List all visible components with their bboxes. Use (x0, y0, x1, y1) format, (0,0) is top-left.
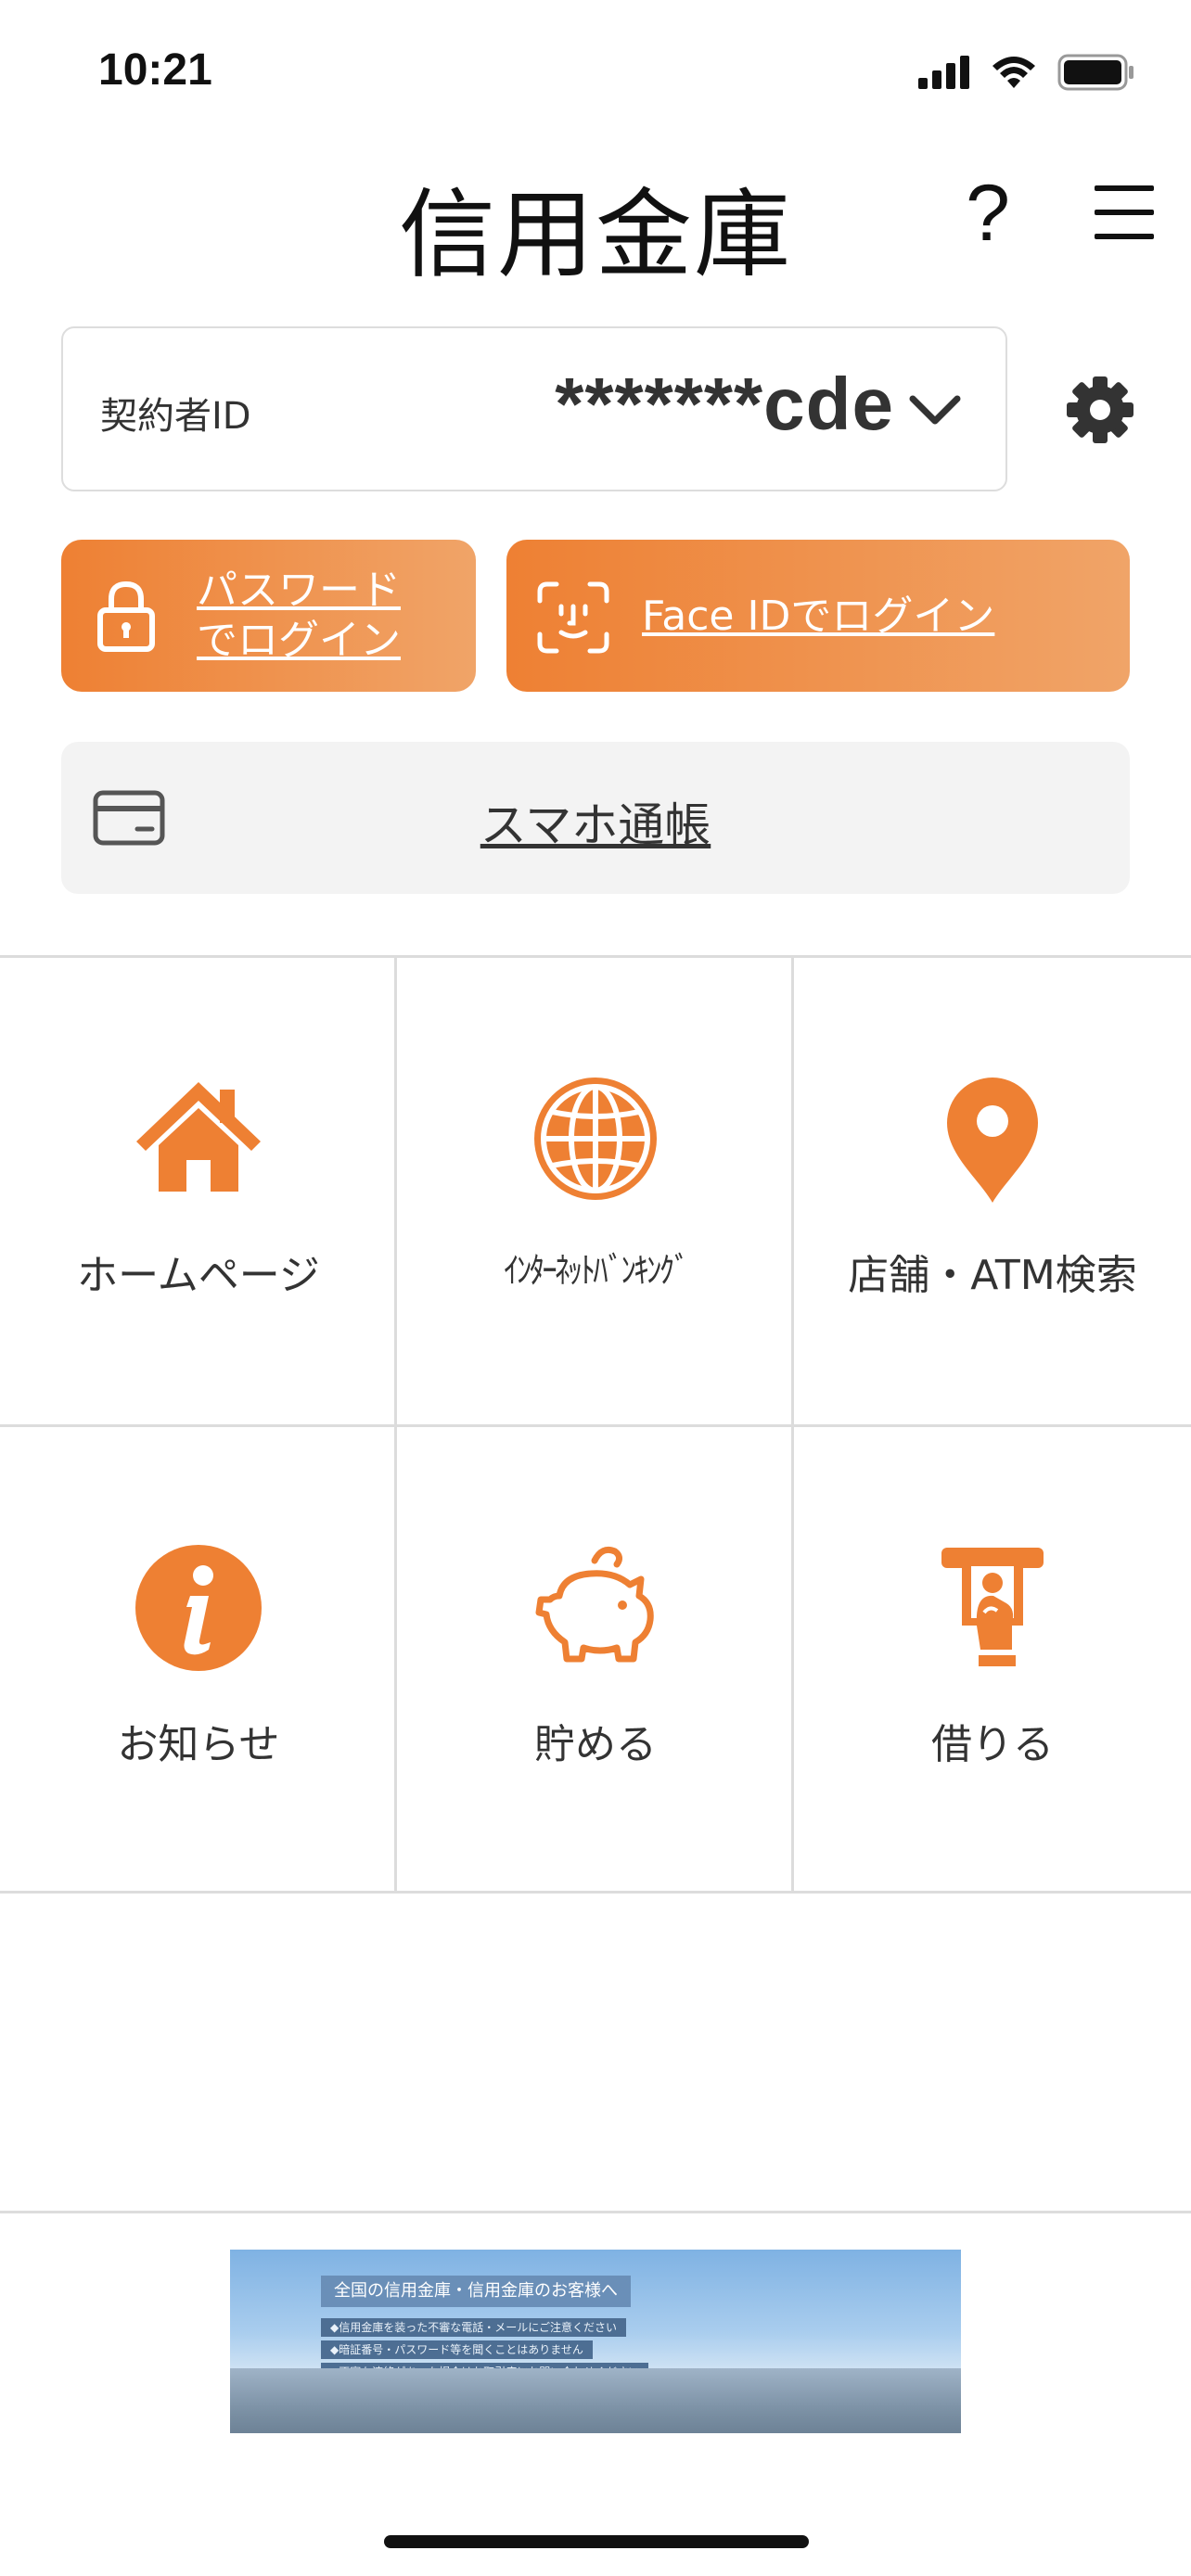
grid-item-homepage[interactable]: ホームページ (0, 958, 397, 1424)
grid-item-borrow[interactable]: 借りる (794, 1427, 1191, 1894)
wifi-icon (992, 57, 1035, 88)
battery-icon (1057, 54, 1133, 91)
status-bar: 10:21 (0, 0, 1191, 148)
banner-line-2: ◆暗証番号・パスワード等を聞くことはありません (321, 2340, 593, 2359)
contract-id-selector[interactable]: 契約者ID *******cde (61, 326, 1007, 491)
menu-grid: ホームページ ｲﾝﾀｰﾈｯﾄﾊﾞﾝｷﾝｸﾞ 店舗・ATM検索 お知らせ 貯める … (0, 955, 1191, 1894)
globe-icon (534, 1078, 657, 1200)
grid-item-store-atm-search[interactable]: 店舗・ATM検索 (794, 958, 1191, 1424)
grid-item-label: ホームページ (77, 1252, 320, 1299)
info-icon (135, 1545, 262, 1671)
notice-banner[interactable]: 全国の信用金庫・信用金庫のお客様へ ◆信用金庫を装った不審な電話・メールにご注意… (230, 2250, 961, 2433)
status-icons (918, 54, 1135, 91)
grid-item-internet-banking[interactable]: ｲﾝﾀｰﾈｯﾄﾊﾞﾝｷﾝｸﾞ (397, 958, 794, 1424)
contract-id-label: 契約者ID (100, 395, 251, 438)
help-button[interactable]: ? (955, 167, 1020, 260)
grid-item-notices[interactable]: お知らせ (0, 1427, 397, 1894)
face-id-login-button[interactable]: Face IDでログイン (506, 540, 1130, 692)
grid-item-label: 店舗・ATM検索 (848, 1252, 1137, 1299)
grid-item-label: 借りる (931, 1721, 1054, 1768)
lock-icon (97, 580, 155, 652)
face-id-icon (537, 581, 609, 654)
chevron-down-icon (909, 395, 961, 425)
status-time: 10:21 (98, 45, 212, 95)
passbook-label: スマホ通帳 (480, 798, 711, 852)
banner-line-1: ◆信用金庫を装った不審な電話・メールにご注意ください (321, 2318, 626, 2337)
banner-cityscape-image (230, 2368, 961, 2433)
grid-item-label: ｲﾝﾀｰﾈｯﾄﾊﾞﾝｷﾝｸﾞ (504, 1250, 689, 1291)
banner-title: 全国の信用金庫・信用金庫のお客様へ (321, 2276, 631, 2307)
password-login-label-line2: でログイン (197, 617, 401, 664)
grid-item-label: お知らせ (117, 1721, 280, 1768)
bottom-divider (0, 2211, 1191, 2213)
home-icon (136, 1082, 261, 1192)
cellular-signal-icon (918, 56, 969, 89)
grid-item-save[interactable]: 貯める (397, 1427, 794, 1894)
gear-icon[interactable] (1065, 375, 1135, 445)
password-login-label-line1: パスワード (197, 567, 401, 614)
header: 信用金庫 ? (0, 148, 1191, 306)
hamburger-menu-icon[interactable] (1095, 185, 1154, 241)
map-pin-icon (947, 1078, 1038, 1203)
password-login-button[interactable]: パスワード でログイン (61, 540, 476, 692)
contract-id-value: *******cde (555, 363, 894, 445)
face-id-login-label: Face IDでログイン (642, 593, 995, 640)
piggy-bank-icon (535, 1546, 654, 1663)
home-indicator (384, 2535, 809, 2548)
atm-card-icon (941, 1548, 1044, 1666)
grid-item-label: 貯める (534, 1721, 657, 1768)
smartphone-passbook-button[interactable]: スマホ通帳 (61, 742, 1130, 894)
